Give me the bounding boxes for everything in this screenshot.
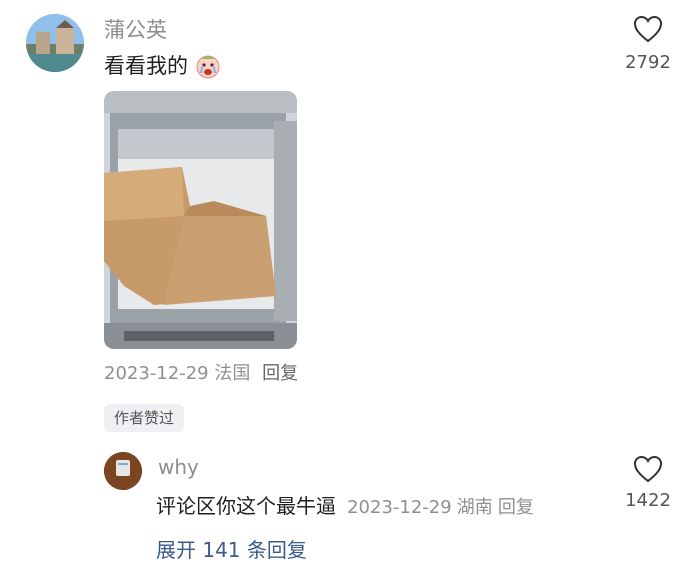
comment-location: 法国	[214, 363, 251, 384]
reply-avatar[interactable]	[104, 452, 142, 490]
like-count: 2792	[625, 52, 671, 73]
reply-reply-button[interactable]: 回复	[498, 497, 534, 518]
comment-photo[interactable]	[104, 91, 297, 349]
reply-location: 湖南	[456, 497, 493, 518]
comment-text: 看看我的	[104, 50, 221, 84]
comment-date: 2023-12-29	[104, 363, 209, 384]
reply-button[interactable]: 回复	[262, 363, 298, 384]
reply-like-count: 1422	[625, 490, 671, 511]
commenter-username[interactable]: 蒲公英	[104, 14, 167, 44]
reply-username[interactable]: why	[158, 455, 199, 479]
reply-like-heart-icon[interactable]	[633, 455, 663, 483]
reply-text: 评论区你这个最牛逼	[156, 494, 336, 518]
crying-face-emoji-icon	[195, 53, 221, 84]
reply-date: 2023-12-29	[347, 497, 452, 518]
reply-line: 评论区你这个最牛逼 2023-12-29 湖南 回复	[156, 490, 534, 519]
comment-meta: 2023-12-29 法国 回复	[104, 359, 298, 385]
commenter-avatar[interactable]	[26, 14, 84, 72]
like-heart-icon[interactable]	[633, 15, 663, 43]
comment-text-body: 看看我的	[104, 54, 188, 78]
author-liked-badge: 作者赞过	[104, 404, 185, 432]
expand-replies-link[interactable]: 展开 141 条回复	[156, 534, 307, 563]
